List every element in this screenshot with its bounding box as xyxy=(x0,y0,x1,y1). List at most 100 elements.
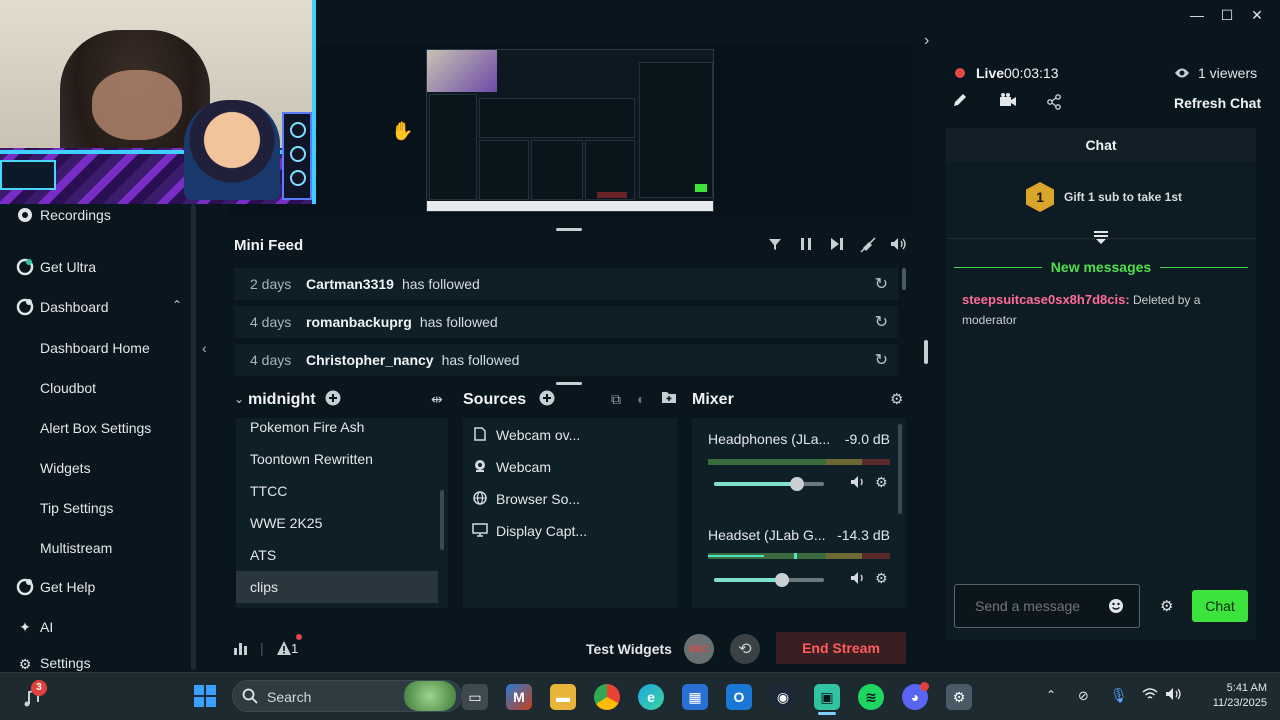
channel-gear-icon[interactable]: ⚙ xyxy=(875,570,888,587)
chevron-right-icon[interactable]: › xyxy=(924,32,929,50)
mixer-settings-gear-icon[interactable]: ⚙ xyxy=(890,390,903,408)
streamlabs-icon[interactable]: ▣ xyxy=(814,684,840,710)
sidebar-item-get-ultra[interactable]: Get Ultra xyxy=(16,255,96,279)
preview-resize-handle[interactable] xyxy=(556,228,582,231)
collapse-sidebar-icon[interactable]: ‹ xyxy=(202,340,207,356)
chat-settings-gear-icon[interactable]: ⚙ xyxy=(1160,597,1173,615)
feed-scrollbar[interactable] xyxy=(902,268,906,290)
speaker-icon[interactable] xyxy=(850,475,866,492)
close-button[interactable]: ✕ xyxy=(1248,6,1266,24)
volume-icon[interactable] xyxy=(890,237,906,254)
scene-collection-title[interactable]: midnight xyxy=(248,391,316,409)
tray-chevron-up-icon[interactable]: ⌃ xyxy=(1046,688,1056,702)
taskbar-clock[interactable]: 5:41 AM 11/23/2025 xyxy=(1195,681,1267,711)
sidebar-item-get-help[interactable]: Get Help xyxy=(16,575,95,599)
chat-resize-handle[interactable] xyxy=(924,340,928,364)
microphone-icon[interactable]: 🎙 xyxy=(1110,687,1128,704)
source-item[interactable]: Display Capt... xyxy=(472,519,587,543)
steam-icon[interactable]: ◉ xyxy=(770,684,796,710)
refresh-chat-button[interactable]: Refresh Chat xyxy=(1174,95,1261,111)
scene-item[interactable]: TTCC xyxy=(236,475,438,507)
sidebar-sub-tip-settings[interactable]: Tip Settings xyxy=(40,500,113,516)
chevron-down-icon[interactable]: ⌄ xyxy=(234,392,244,406)
replay-alert-icon[interactable]: ↻ xyxy=(875,274,888,294)
feed-resize-handle[interactable] xyxy=(556,382,582,385)
scene-item[interactable]: WWE 2K25 xyxy=(236,507,438,539)
maximize-button[interactable]: ☐ xyxy=(1218,6,1236,24)
test-widgets-button[interactable]: Test Widgets xyxy=(586,641,672,657)
scene-transition-icon[interactable]: ⇹ xyxy=(431,391,443,408)
feed-time: 2 days xyxy=(250,276,292,292)
scene-scrollbar[interactable] xyxy=(440,490,444,550)
sidebar-scrollbar[interactable] xyxy=(191,204,196,670)
pause-icon[interactable] xyxy=(800,237,812,254)
sidebar-sub-widgets[interactable]: Widgets xyxy=(40,460,91,476)
add-source-icon[interactable] xyxy=(539,390,555,411)
sidebar-sub-alert-box[interactable]: Alert Box Settings xyxy=(40,420,151,436)
mini-feed-title: Mini Feed xyxy=(234,237,304,254)
source-item[interactable]: Webcam ov... xyxy=(472,423,580,447)
scene-item[interactable]: ATS xyxy=(236,539,438,571)
tray-network-icon[interactable]: ⊘ xyxy=(1078,688,1089,704)
source-item[interactable]: Browser So... xyxy=(472,487,580,511)
scene-item[interactable]: Pokemon Fire Ash xyxy=(236,411,438,443)
chat-filter-icon[interactable] xyxy=(1093,230,1109,249)
edge-icon[interactable]: e xyxy=(638,684,664,710)
feed-row: 4 days Christopher_nancy has followed ↻ xyxy=(234,344,898,376)
settings-app-icon[interactable]: ⚙ xyxy=(946,684,972,710)
emoji-icon[interactable] xyxy=(1108,598,1124,619)
add-folder-icon[interactable] xyxy=(661,390,677,409)
share-icon[interactable] xyxy=(1046,94,1062,115)
sidebar-item-label: Settings xyxy=(40,655,91,671)
task-view-icon[interactable]: ▭ xyxy=(462,684,488,710)
replay-alert-icon[interactable]: ↻ xyxy=(875,312,888,332)
filter-icon[interactable] xyxy=(768,237,782,254)
sidebar-sub-multistream[interactable]: Multistream xyxy=(40,540,112,556)
chrome-icon[interactable] xyxy=(594,684,620,710)
source-filters-icon[interactable]: ◐ xyxy=(637,391,645,407)
mute-alerts-icon[interactable] xyxy=(860,237,876,256)
volume-slider[interactable] xyxy=(714,573,824,587)
m365-icon[interactable]: M xyxy=(506,684,532,710)
windows-start-icon[interactable] xyxy=(193,684,217,713)
source-properties-icon[interactable]: ⧉ xyxy=(611,391,621,408)
minimize-button[interactable]: — xyxy=(1188,6,1206,24)
gift-sub-text[interactable]: Gift 1 sub to take 1st xyxy=(1064,190,1182,204)
video-camera-icon[interactable] xyxy=(999,93,1017,112)
sidebar-item-dashboard[interactable]: Dashboard xyxy=(16,295,109,319)
mixer-scrollbar[interactable] xyxy=(898,424,902,514)
scene-item-active[interactable]: clips xyxy=(236,571,438,603)
file-explorer-icon[interactable]: ▬ xyxy=(550,684,576,710)
speaker-icon[interactable] xyxy=(850,571,866,588)
outlook-icon[interactable]: O xyxy=(726,684,752,710)
speaker-volume-icon[interactable] xyxy=(1165,687,1181,706)
add-scene-icon[interactable] xyxy=(325,390,341,411)
sidebar-item-settings[interactable]: ⚙ Settings xyxy=(16,655,91,671)
mixer-channel-db: -9.0 dB xyxy=(844,431,890,447)
monitor-icon xyxy=(472,522,488,540)
source-item[interactable]: Webcam xyxy=(472,455,551,479)
sidebar-sub-dashboard-home[interactable]: Dashboard Home xyxy=(40,340,150,356)
alert-warning-icon[interactable] xyxy=(276,640,292,661)
send-chat-button[interactable]: Chat xyxy=(1192,590,1248,622)
replay-alert-icon[interactable]: ↻ xyxy=(875,350,888,370)
volume-slider[interactable] xyxy=(714,477,824,491)
store-icon[interactable]: ▦ xyxy=(682,684,708,710)
source-label: Webcam ov... xyxy=(496,427,581,443)
replay-buffer-icon[interactable]: ⟲ xyxy=(730,634,760,664)
end-stream-button[interactable]: End Stream xyxy=(776,632,906,664)
scene-item[interactable]: Toontown Rewritten xyxy=(236,443,438,475)
spotify-icon[interactable]: ≋ xyxy=(858,684,884,710)
edit-stream-pencil-icon[interactable] xyxy=(952,92,968,113)
wifi-icon[interactable] xyxy=(1142,687,1158,704)
sidebar-sub-cloudbot[interactable]: Cloudbot xyxy=(40,380,96,396)
chat-username[interactable]: steepsuitcase0sx8h7d8cis: xyxy=(962,292,1130,307)
stats-bar-chart-icon[interactable] xyxy=(233,640,249,661)
divider xyxy=(954,267,1042,268)
sidebar-item-recordings[interactable]: Recordings xyxy=(16,203,111,227)
record-button[interactable]: REC xyxy=(684,634,714,664)
sidebar-item-ai[interactable]: ✦ AI xyxy=(16,615,53,639)
skip-icon[interactable] xyxy=(830,237,844,254)
channel-gear-icon[interactable]: ⚙ xyxy=(875,474,888,491)
chevron-up-icon[interactable]: ⌃ xyxy=(172,298,182,312)
